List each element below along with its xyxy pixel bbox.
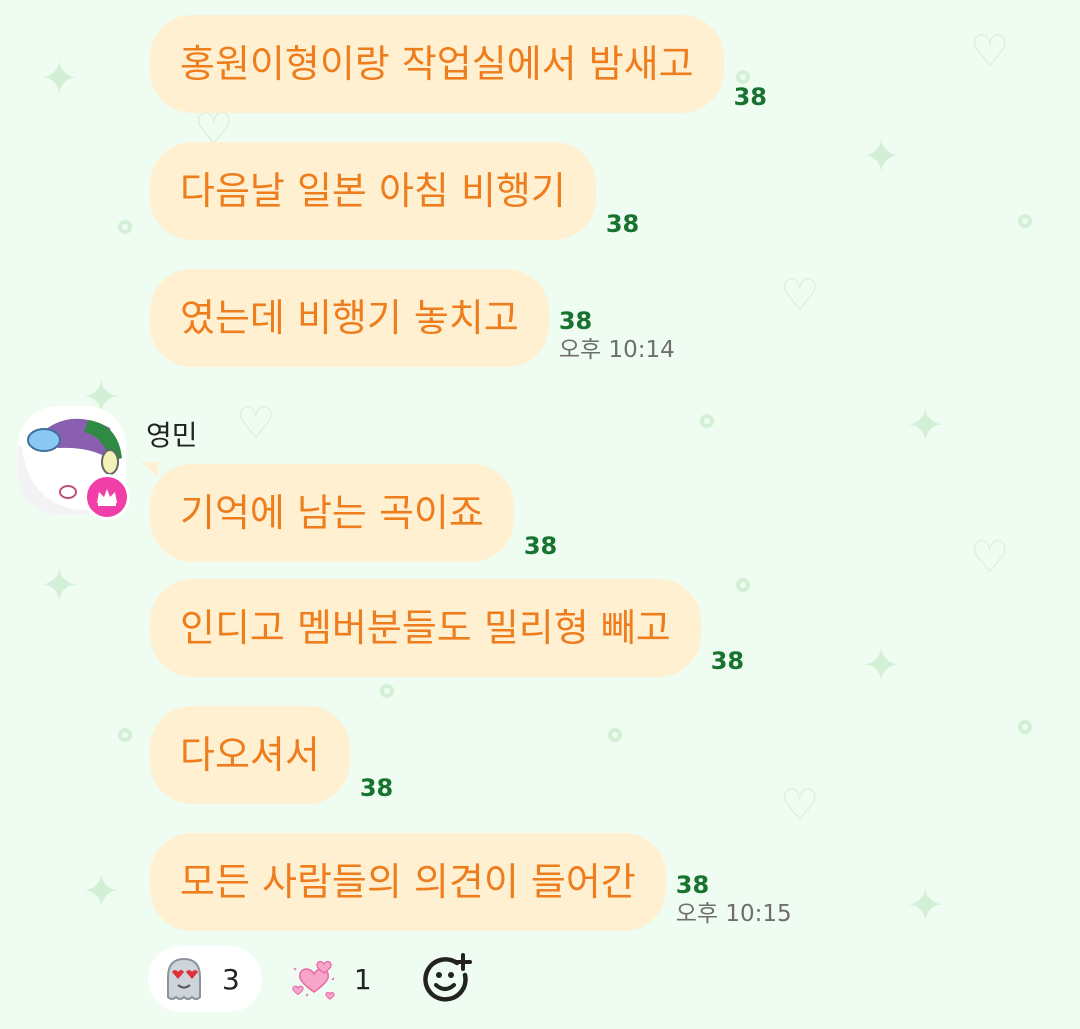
unread-count: 38 [605,210,640,238]
message-meta: 38 오후 10:15 [676,871,792,931]
crown-badge-icon [84,474,130,520]
heart-eyes-ghost-icon [167,957,201,1000]
message-time: 오후 10:14 [558,337,675,363]
message-meta: 38 [606,210,639,240]
add-emoji-icon [422,953,472,1002]
dot-decoration [608,728,622,742]
sparkle-decoration: ✦ [862,638,901,692]
message-time: 오후 10:15 [675,901,792,927]
reaction-bar: 3 1 [148,946,478,1012]
message-meta: 38 [711,647,744,677]
dot-decoration [1018,720,1032,734]
dot-decoration [118,220,132,234]
message-bubble[interactable]: 인디고 멤버분들도 밀리형 빼고 [150,579,701,677]
sparkle-decoration: ✦ [40,51,79,105]
message-row: 다음날 일본 아침 비행기 38 [150,142,639,240]
pink-hearts-icon [292,960,335,1000]
message-bubble[interactable]: 였는데 비행기 놓치고 [150,269,549,367]
message-row: 모든 사람들의 의견이 들어간 38 오후 10:15 [150,833,792,931]
heart-decoration: ♡ [970,532,1010,583]
sparkle-decoration: ✦ [906,878,945,932]
dot-decoration [380,684,394,698]
reaction-count: 3 [222,962,240,996]
message-row: 인디고 멤버분들도 밀리형 빼고 38 [150,579,744,677]
heart-decoration: ♡ [780,780,820,831]
unread-count: 38 [733,83,768,111]
sparkle-decoration: ✦ [862,129,901,183]
sparkle-decoration: ✦ [906,398,945,452]
unread-count: 38 [523,532,558,560]
dot-decoration [700,414,714,428]
heart-decoration: ♡ [780,270,820,321]
message-bubble[interactable]: 기억에 남는 곡이죠 [150,464,514,562]
message-meta: 38 [360,774,393,804]
sparkle-decoration: ✦ [40,558,79,612]
reaction-chip[interactable]: 1 [276,946,394,1012]
sparkle-decoration: ✦ [82,864,121,918]
message-bubble[interactable]: 다음날 일본 아침 비행기 [150,142,596,240]
reaction-chip[interactable]: 3 [148,946,262,1012]
sender-name[interactable]: 영민 [146,414,198,454]
message-meta: 38 오후 10:14 [559,307,675,367]
message-meta: 38 [524,532,557,562]
message-meta: 38 [734,83,767,113]
reaction-count: 1 [353,962,372,996]
dot-decoration [118,728,132,742]
message-row: 홍원이형이랑 작업실에서 밤새고 38 [150,15,767,113]
heart-decoration: ♡ [970,26,1010,77]
message-row: 기억에 남는 곡이죠 38 [150,464,557,562]
heart-decoration: ♡ [236,398,276,449]
message-row: 였는데 비행기 놓치고 38 오후 10:14 [150,269,675,367]
unread-count: 38 [359,774,394,802]
add-reaction-button[interactable] [416,948,478,1010]
message-bubble[interactable]: 홍원이형이랑 작업실에서 밤새고 [150,15,724,113]
unread-count: 38 [675,871,710,899]
dot-decoration [1018,214,1032,228]
unread-count: 38 [558,307,593,335]
unread-count: 38 [710,647,745,675]
message-bubble[interactable]: 다오셔서 [150,706,350,804]
message-bubble[interactable]: 모든 사람들의 의견이 들어간 [150,833,666,931]
message-row: 다오셔서 38 [150,706,393,804]
